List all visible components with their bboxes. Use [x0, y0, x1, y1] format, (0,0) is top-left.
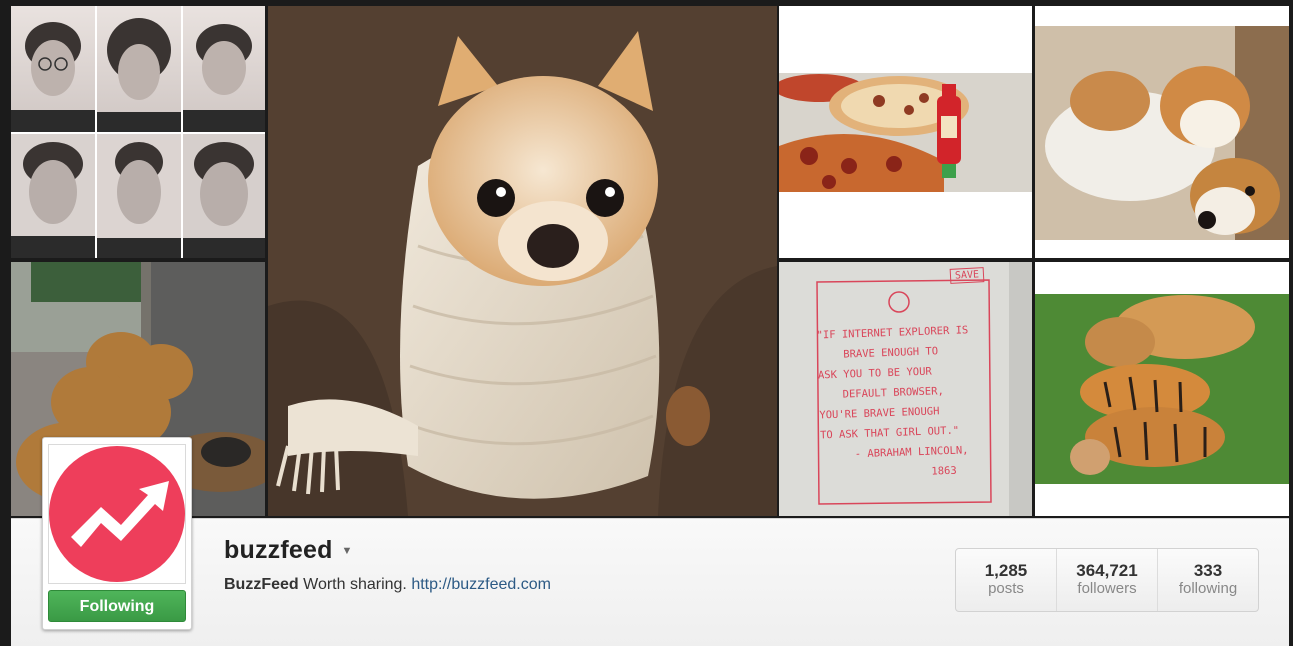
- photo-tile-puppy-plush[interactable]: [1035, 6, 1289, 258]
- stat-label: followers: [1077, 580, 1137, 597]
- photo-tile-cast-then-now[interactable]: [11, 6, 265, 258]
- profile-bio-text: Worth sharing.: [303, 576, 407, 593]
- buzzfeed-trending-arrow-icon: [49, 446, 185, 582]
- photo-tile-whiteboard-quote[interactable]: SAVE "If Internet Explorer is brave enou…: [779, 262, 1032, 516]
- avatar[interactable]: [48, 444, 186, 584]
- stat-label: following: [1178, 580, 1238, 597]
- profile-website-link[interactable]: http://buzzfeed.com: [411, 576, 551, 593]
- stat-value: 1,285: [984, 561, 1028, 580]
- photo-mosaic: SAVE "If Internet Explorer is brave enou…: [0, 0, 1293, 518]
- stat-label: posts: [988, 580, 1024, 597]
- profile-full-name: BuzzFeed: [224, 576, 299, 593]
- dog-photo-image: [268, 6, 777, 516]
- whiteboard-save-tag: SAVE: [949, 267, 985, 284]
- following-button[interactable]: Following: [48, 590, 186, 622]
- stat-followers[interactable]: 364,721 followers: [1056, 549, 1157, 611]
- stat-following[interactable]: 333 following: [1157, 549, 1258, 611]
- pizza-photo-image: [779, 6, 1032, 258]
- photo-tile-pizza-sriracha[interactable]: [779, 6, 1032, 258]
- stat-posts[interactable]: 1,285 posts: [956, 549, 1056, 611]
- username-row: buzzfeed ▼: [224, 536, 352, 566]
- options-dropdown-icon[interactable]: ▼: [342, 545, 353, 557]
- profile-bio: BuzzFeed Worth sharing. http://buzzfeed.…: [224, 576, 551, 594]
- profile-username: buzzfeed: [224, 536, 333, 564]
- puppy-photo-image: [1035, 6, 1289, 258]
- tigers-photo-image: [1035, 262, 1289, 516]
- stat-value: 333: [1193, 561, 1223, 580]
- cast-photo-image: [11, 6, 265, 258]
- stat-value: 364,721: [1076, 561, 1138, 580]
- photo-tile-dog-in-scarf[interactable]: [268, 6, 777, 516]
- whiteboard-quote-text: "If Internet Explorer is brave enough to…: [816, 319, 1021, 486]
- profile-stats: 1,285 posts 364,721 followers 333 follow…: [955, 548, 1259, 612]
- photo-tile-tiger-cubs[interactable]: [1035, 262, 1289, 516]
- profile-avatar-card: Following: [42, 437, 192, 630]
